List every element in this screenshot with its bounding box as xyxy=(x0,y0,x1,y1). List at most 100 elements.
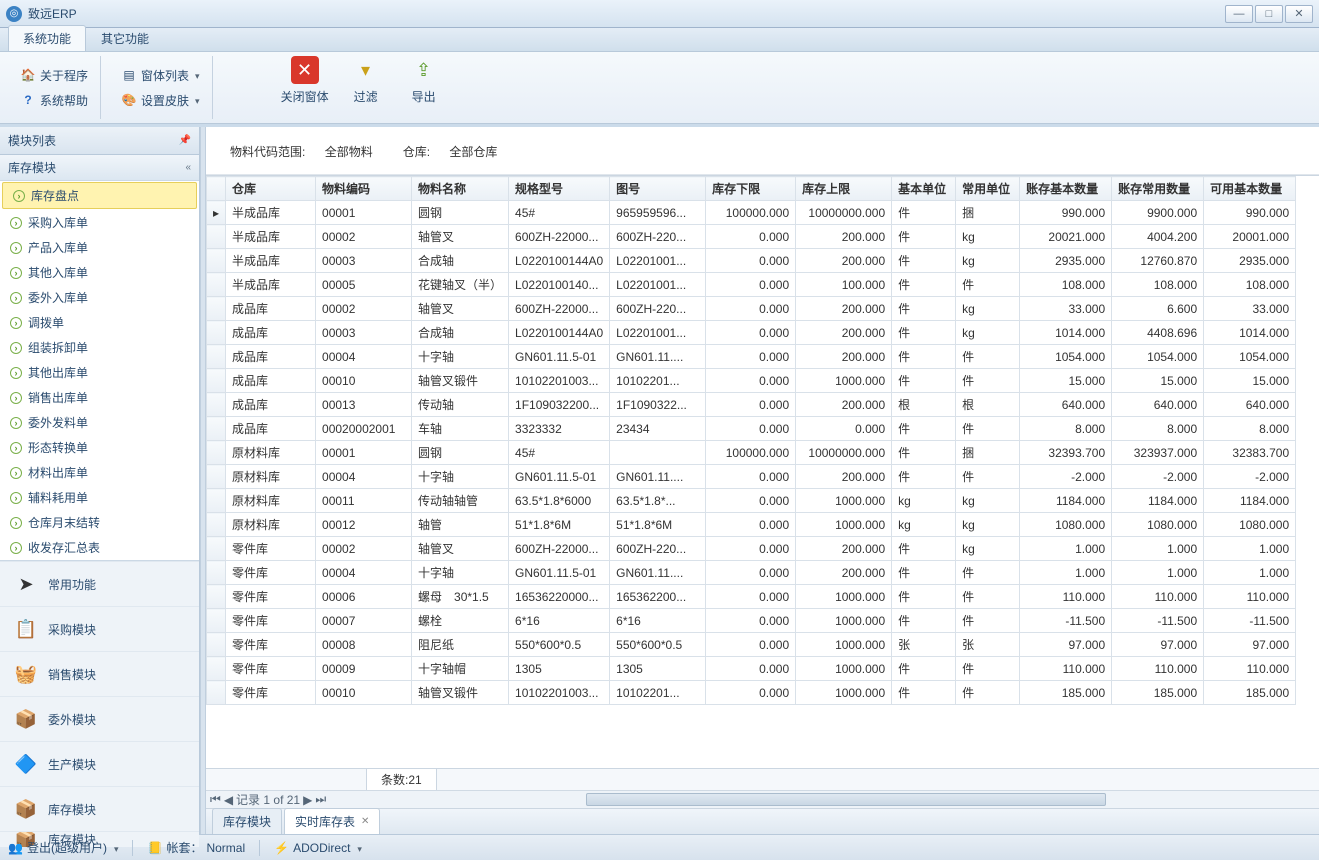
help-button[interactable]: ? 系统帮助 xyxy=(16,90,92,111)
tree-item[interactable]: ›委外发料单 xyxy=(0,410,199,435)
table-row[interactable]: 零件库00002轴管叉600ZH-22000...600ZH-220...0.0… xyxy=(207,537,1296,561)
first-page-button[interactable]: ⏮ xyxy=(210,792,221,807)
table-row[interactable]: 成品库00010轴管叉锻件10102201003...10102201...0.… xyxy=(207,369,1296,393)
close-form-button[interactable]: ✕ 关闭窗体 xyxy=(281,56,329,105)
column-header[interactable]: 物料编码 xyxy=(316,177,412,201)
skin-button[interactable]: 🎨 设置皮肤 xyxy=(117,90,204,111)
sidebar-section-header[interactable]: 库存模块 « xyxy=(0,155,199,181)
export-button[interactable]: ⇪ 导出 xyxy=(403,56,445,105)
cell: 成品库 xyxy=(226,345,316,369)
tree-item[interactable]: ›委外入库单 xyxy=(0,285,199,310)
column-header[interactable]: 物料名称 xyxy=(412,177,509,201)
horizontal-scrollbar[interactable]: ⏮ ◀ 记录 1 of 21 ▶ ⏭ xyxy=(206,790,1319,808)
close-button[interactable]: ✕ xyxy=(1285,5,1313,23)
tree-item[interactable]: › 销售出库单 xyxy=(0,385,199,410)
tab-realtime-inventory[interactable]: 实时库存表✕ xyxy=(284,808,380,834)
account-set[interactable]: 📒 帐套： Normal xyxy=(147,839,245,856)
column-header[interactable]: 可用基本数量 xyxy=(1204,177,1296,201)
filter-button[interactable]: ▾ 过滤 xyxy=(345,56,387,105)
table-row[interactable]: 成品库00004十字轴GN601.11.5-01GN601.11....0.00… xyxy=(207,345,1296,369)
table-row[interactable]: 成品库00013传动轴1F109032200...1F1090322...0.0… xyxy=(207,393,1296,417)
column-header[interactable]: 规格型号 xyxy=(509,177,610,201)
nav-label: 采购模块 xyxy=(48,621,96,638)
table-row[interactable]: 半成品库00003合成轴L0220100144A0L02201001...0.0… xyxy=(207,249,1296,273)
table-row[interactable]: 零件库00007螺栓6*166*160.0001000.000件件-11.500… xyxy=(207,609,1296,633)
data-grid[interactable]: 仓库物料编码物料名称规格型号图号库存下限库存上限基本单位常用单位账存基本数量账存… xyxy=(206,175,1319,768)
tab-inventory-module[interactable]: 库存模块 xyxy=(212,808,282,834)
tree-item[interactable]: ›形态转换单 xyxy=(0,435,199,460)
cell: kg xyxy=(956,321,1020,345)
table-row[interactable]: 零件库00009十字轴帽130513050.0001000.000件件110.0… xyxy=(207,657,1296,681)
tree-item-label: 销售出库单 xyxy=(28,389,88,406)
tree-item[interactable]: ›产品入库单 xyxy=(0,235,199,260)
table-row[interactable]: 原材料库00001圆钢45#100000.00010000000.000件捆32… xyxy=(207,441,1296,465)
table-row[interactable]: 原材料库00011传动轴轴管63.5*1.8*600063.5*1.8*...0… xyxy=(207,489,1296,513)
cell: 10000000.000 xyxy=(796,441,892,465)
column-header[interactable]: 仓库 xyxy=(226,177,316,201)
cell: 108.000 xyxy=(1020,273,1112,297)
tree-item[interactable]: ›采购入库单 xyxy=(0,210,199,235)
logout-button[interactable]: 👥 登出(超级用户) xyxy=(8,839,118,856)
scrollbar-thumb[interactable] xyxy=(586,793,1106,806)
connection-type[interactable]: ⚡ ADODirect xyxy=(274,841,362,855)
nav-module[interactable]: 📦库存模块 xyxy=(0,786,199,831)
about-button[interactable]: 🏠 关于程序 xyxy=(16,65,92,86)
column-header[interactable]: 基本单位 xyxy=(892,177,956,201)
column-header[interactable]: 图号 xyxy=(610,177,706,201)
tree-item[interactable]: ›收发存汇总表 xyxy=(0,535,199,560)
table-row[interactable]: 零件库00010轴管叉锻件10102201003...10102201...0.… xyxy=(207,681,1296,705)
column-header[interactable]: 常用单位 xyxy=(956,177,1020,201)
column-header[interactable]: 库存上限 xyxy=(796,177,892,201)
table-row[interactable]: ▸半成品库00001圆钢45#965959596...100000.000100… xyxy=(207,201,1296,225)
tree-item[interactable]: ›组装拆卸单 xyxy=(0,335,199,360)
table-row[interactable]: 原材料库00004十字轴GN601.11.5-01GN601.11....0.0… xyxy=(207,465,1296,489)
nav-module[interactable]: 🔷生产模块 xyxy=(0,741,199,786)
table-row[interactable]: 零件库00008阻尼纸550*600*0.5550*600*0.50.00010… xyxy=(207,633,1296,657)
column-header[interactable]: 账存常用数量 xyxy=(1112,177,1204,201)
tab-system[interactable]: 系统功能 xyxy=(8,25,86,51)
table-row[interactable]: 零件库00004十字轴GN601.11.5-01GN601.11....0.00… xyxy=(207,561,1296,585)
cell: 件 xyxy=(956,585,1020,609)
next-page-button[interactable]: ▶ xyxy=(303,793,312,807)
nav-module[interactable]: 🧺销售模块 xyxy=(0,651,199,696)
pin-icon[interactable]: 📌 xyxy=(179,135,191,146)
table-row[interactable]: 零件库00006螺母 30*1.516536220000...165362200… xyxy=(207,585,1296,609)
chevron-left-icon: « xyxy=(185,162,191,173)
nav-module[interactable]: 📋采购模块 xyxy=(0,606,199,651)
tree-item[interactable]: ›其他出库单 xyxy=(0,360,199,385)
cell: 件 xyxy=(956,561,1020,585)
table-row[interactable]: 成品库00002轴管叉600ZH-22000...600ZH-220...0.0… xyxy=(207,297,1296,321)
tree-item[interactable]: ›其他入库单 xyxy=(0,260,199,285)
column-header[interactable]: 账存基本数量 xyxy=(1020,177,1112,201)
tree-item[interactable]: ›材料出库单 xyxy=(0,460,199,485)
column-header[interactable]: 库存下限 xyxy=(706,177,796,201)
tree-item[interactable]: ›库存盘点 xyxy=(2,182,197,209)
cell: 00013 xyxy=(316,393,412,417)
cell: 件 xyxy=(892,657,956,681)
prev-page-button[interactable]: ◀ xyxy=(224,793,233,807)
nav-module[interactable]: ➤常用功能 xyxy=(0,561,199,606)
tree-item[interactable]: ›调拨单 xyxy=(0,310,199,335)
tree-item[interactable]: ›仓库月末结转 xyxy=(0,510,199,535)
table-row[interactable]: 成品库00020002001车轴3323332234340.0000.000件件… xyxy=(207,417,1296,441)
cell: 圆钢 xyxy=(412,441,509,465)
row-indicator xyxy=(207,249,226,273)
module-icon: 📦 xyxy=(14,797,38,821)
form-list-button[interactable]: ▤ 窗体列表 xyxy=(117,65,204,86)
cell: 轴管 xyxy=(412,513,509,537)
minimize-button[interactable]: — xyxy=(1225,5,1253,23)
maximize-button[interactable]: □ xyxy=(1255,5,1283,23)
cell: 1054.000 xyxy=(1112,345,1204,369)
cell: GN601.11.5-01 xyxy=(509,345,610,369)
table-row[interactable]: 半成品库00002轴管叉600ZH-22000...600ZH-220...0.… xyxy=(207,225,1296,249)
tree-item[interactable]: ›辅料耗用单 xyxy=(0,485,199,510)
scope-value: 全部物料 xyxy=(325,145,373,159)
close-tab-icon[interactable]: ✕ xyxy=(361,816,369,827)
table-row[interactable]: 原材料库00012轴管51*1.8*6M51*1.8*6M0.0001000.0… xyxy=(207,513,1296,537)
table-row[interactable]: 成品库00003合成轴L0220100144A0L02201001...0.00… xyxy=(207,321,1296,345)
plus-icon: › xyxy=(10,392,22,404)
table-row[interactable]: 半成品库00005花键轴叉（半）L0220100140...L02201001.… xyxy=(207,273,1296,297)
nav-module[interactable]: 📦委外模块 xyxy=(0,696,199,741)
last-page-button[interactable]: ⏭ xyxy=(315,792,326,807)
tab-other[interactable]: 其它功能 xyxy=(86,25,164,51)
